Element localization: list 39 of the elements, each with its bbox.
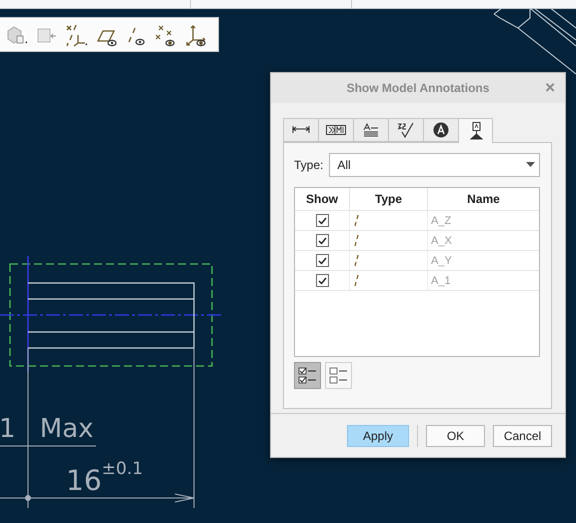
uncheck-all-icon bbox=[328, 366, 348, 384]
annotation-tab[interactable] bbox=[423, 118, 458, 142]
dialog-title: Show Model Annotations bbox=[346, 81, 490, 95]
column-header: Show bbox=[295, 188, 350, 210]
annotation-tab[interactable] bbox=[318, 118, 353, 142]
check-all-icon bbox=[298, 366, 318, 384]
surface-finish-icon bbox=[397, 122, 415, 138]
apply-button[interactable]: Apply bbox=[347, 424, 409, 446]
axis-icon bbox=[353, 234, 359, 248]
annotation-name: A_X bbox=[430, 234, 453, 248]
annotation-name: A_Z bbox=[430, 214, 452, 228]
show-checkbox[interactable] bbox=[316, 274, 328, 287]
type-label: Type: bbox=[294, 158, 324, 172]
annotation-name: A_Y bbox=[430, 254, 453, 268]
dialog-button[interactable]: OK bbox=[426, 424, 485, 446]
tolerance-frame-icon bbox=[326, 124, 346, 136]
axis-icon bbox=[353, 214, 359, 228]
dimension-icon bbox=[292, 125, 310, 135]
type-dropdown[interactable]: All bbox=[329, 153, 540, 177]
annotation-name: A_1 bbox=[430, 274, 452, 288]
dimension-note: 1 Max bbox=[0, 414, 94, 444]
axis-icon bbox=[353, 254, 359, 268]
annotation-tab[interactable] bbox=[283, 118, 318, 142]
uncheck-all-button[interactable] bbox=[325, 362, 352, 389]
check-all-button[interactable] bbox=[294, 362, 321, 389]
show-checkbox[interactable] bbox=[316, 214, 328, 227]
column-header: Type bbox=[350, 188, 428, 210]
note-icon bbox=[363, 123, 379, 137]
annotation-tab[interactable] bbox=[353, 118, 388, 142]
annotation-tab[interactable] bbox=[458, 118, 493, 143]
caret-icon bbox=[526, 162, 535, 167]
symbol-icon bbox=[433, 122, 449, 138]
axis-icon bbox=[353, 274, 359, 288]
show-checkbox[interactable] bbox=[316, 254, 328, 267]
show-checkbox[interactable] bbox=[316, 234, 328, 247]
datum-tag-icon bbox=[468, 122, 482, 140]
annotation-tab[interactable] bbox=[388, 118, 423, 142]
column-header: Name bbox=[466, 191, 501, 208]
dialog-button[interactable]: Cancel bbox=[493, 424, 552, 446]
